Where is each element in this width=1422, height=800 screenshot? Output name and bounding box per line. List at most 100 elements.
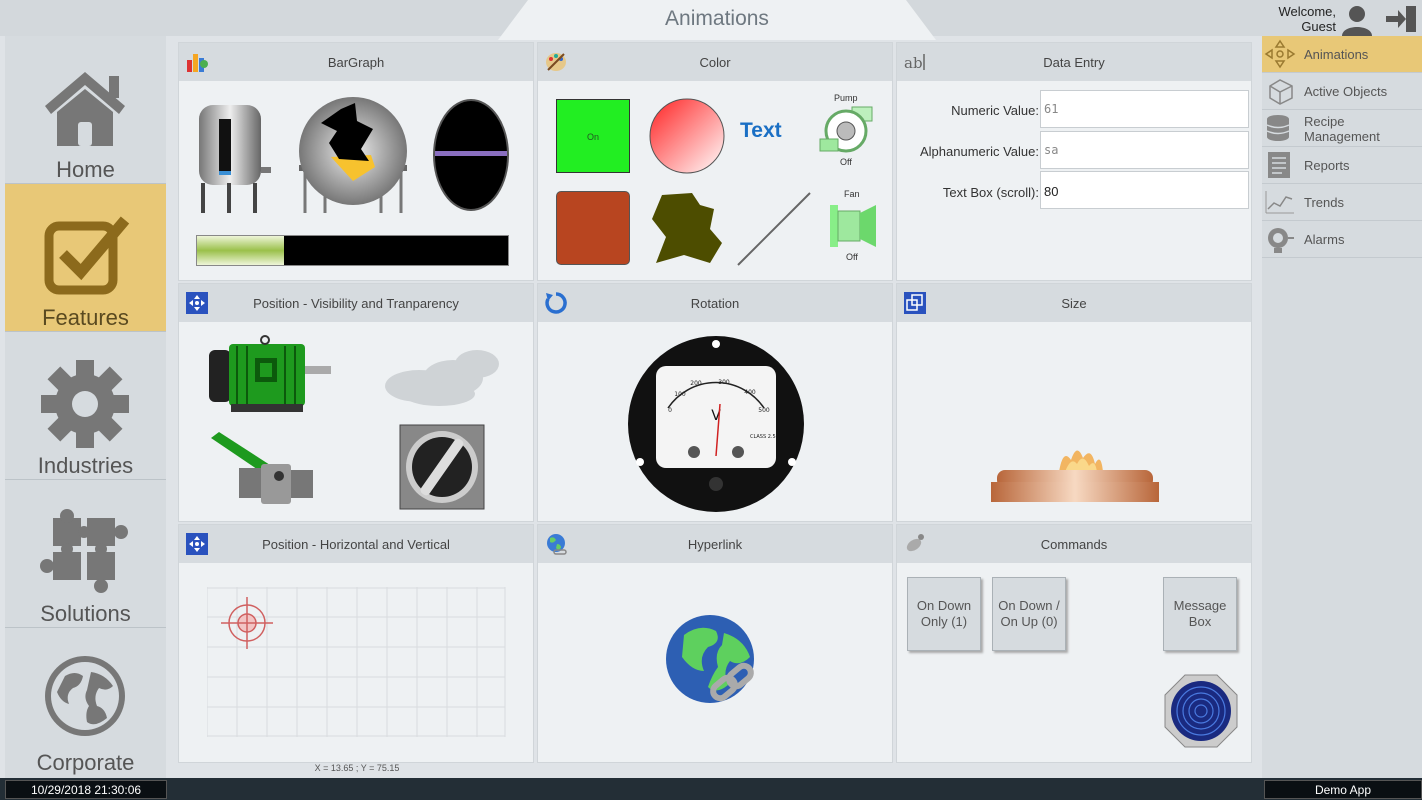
pump-label: Pump xyxy=(834,93,858,103)
target-grid[interactable] xyxy=(207,587,507,739)
rnav-active-objects[interactable]: Active Objects xyxy=(1262,73,1422,110)
tank-graphic xyxy=(199,105,271,213)
scale-100: 100 xyxy=(674,391,686,398)
on-indicator: On xyxy=(556,99,630,173)
panel-hyperlink: Hyperlink xyxy=(537,524,893,763)
panel-title: Size xyxy=(1061,296,1087,311)
push-button-icon[interactable] xyxy=(1163,673,1239,749)
rnav-trends-label: Trends xyxy=(1304,195,1344,210)
selector-switch[interactable] xyxy=(399,424,485,510)
panel-header: Rotation xyxy=(538,284,892,322)
pump-icon xyxy=(819,106,873,153)
panel-title: Commands xyxy=(1040,537,1108,552)
rnav-recipe[interactable]: Recipe Management xyxy=(1262,110,1422,147)
logout-icon[interactable] xyxy=(1384,4,1420,34)
datetime-display: 10/29/2018 21:30:06 xyxy=(5,780,167,799)
panel-header: Hyperlink xyxy=(538,525,892,563)
rnav-trends[interactable]: Trends xyxy=(1262,184,1422,221)
olive-shape xyxy=(652,193,722,263)
nav-industries-label: Industries xyxy=(37,453,134,478)
nav-corporate[interactable]: Corporate xyxy=(5,628,166,776)
fan-state: Off xyxy=(846,252,858,262)
main-grid: BarGraph Color On Text Pump Off Fan Off … xyxy=(178,42,1254,773)
fan-icon xyxy=(830,205,876,247)
panel-size: Size xyxy=(896,283,1252,522)
animations-icon xyxy=(1264,39,1296,69)
rnav-animations[interactable]: Animations xyxy=(1262,36,1422,73)
puzzle-icon xyxy=(40,509,128,593)
panel-header: Position - Visibility and Tranparency xyxy=(179,284,533,322)
smoke-graphic xyxy=(385,350,499,406)
rotation-body: 0 100 200 300 400 500 V CLASS 2.5 xyxy=(538,322,892,522)
globe-icon xyxy=(45,656,125,736)
page-title: Animations xyxy=(665,7,769,30)
data-entry-body: Numeric Value: Alphanumeric Value: Text … xyxy=(897,81,1251,281)
right-nav: Animations Active Objects Recipe Managem… xyxy=(1262,36,1422,778)
numeric-input[interactable] xyxy=(1040,90,1249,128)
nav-industries[interactable]: Industries xyxy=(5,332,166,480)
user-icon[interactable] xyxy=(1340,4,1374,36)
voltmeter-gauge: 0 100 200 300 400 500 V CLASS 2.5 xyxy=(628,336,804,512)
on-down-on-up-button[interactable]: On Down / On Up (0) xyxy=(992,577,1066,651)
burner-graphic xyxy=(991,450,1159,502)
database-icon xyxy=(1266,115,1290,141)
panel-commands: Commands On Down Only (1) On Down / On U… xyxy=(896,524,1252,763)
nav-solutions-label: Solutions xyxy=(40,601,131,626)
on-down-only-button[interactable]: On Down Only (1) xyxy=(907,577,981,651)
panel-color: Color On Text Pump Off Fan Off xyxy=(537,42,893,281)
rnav-alarms[interactable]: Alarms xyxy=(1262,221,1422,258)
panel-title: Color xyxy=(699,55,731,70)
color-body: On Text Pump Off Fan Off xyxy=(538,81,892,281)
bargraph-body xyxy=(179,81,533,281)
rnav-reports-label: Reports xyxy=(1304,158,1350,173)
rnav-reports[interactable]: Reports xyxy=(1262,147,1422,184)
hyperlink-globe[interactable] xyxy=(664,613,764,713)
panel-header: Position - Horizontal and Vertical xyxy=(179,525,533,563)
panel-rotation: Rotation 0 100 200 300 400 500 V CLASS 2… xyxy=(537,283,893,522)
panel-title: Position - Visibility and Tranparency xyxy=(253,296,459,311)
left-nav: Home Features Industries Solutions Corpo… xyxy=(5,36,166,778)
panel-title: Data Entry xyxy=(1043,55,1105,70)
hyperlink-body xyxy=(538,563,892,763)
welcome-text: Welcome, Guest xyxy=(1262,4,1336,34)
scale-500: 500 xyxy=(758,407,770,414)
report-icon xyxy=(1268,152,1290,178)
panel-header: ab Data Entry xyxy=(897,43,1251,81)
nav-corporate-label: Corporate xyxy=(36,750,135,775)
position-hv-body: X = 13.65 ; Y = 75.15 xyxy=(179,563,533,773)
size-body xyxy=(897,322,1251,522)
gradient-circle xyxy=(649,98,725,174)
cube-icon xyxy=(1269,79,1293,105)
textbox-input[interactable]: 80 xyxy=(1040,171,1249,209)
panel-position-hv: Position - Horizontal and Vertical X = 1… xyxy=(178,524,534,773)
panel-title: Rotation xyxy=(690,296,740,311)
oval-gauge xyxy=(433,99,509,211)
trend-icon xyxy=(1265,191,1294,214)
class-label: CLASS 2.5 xyxy=(750,434,776,440)
nav-solutions[interactable]: Solutions xyxy=(5,480,166,628)
nav-home[interactable]: Home xyxy=(5,36,166,184)
user-name: Guest xyxy=(1301,19,1336,34)
commands-body: On Down Only (1) On Down / On Up (0) Mes… xyxy=(897,563,1251,763)
alphanumeric-input[interactable] xyxy=(1040,131,1249,169)
rnav-animations-label: Animations xyxy=(1304,47,1369,62)
alphanumeric-label: Alphanumeric Value: xyxy=(920,144,1039,159)
silo-graphic xyxy=(299,97,407,213)
scale-300: 300 xyxy=(718,379,730,386)
panel-header: BarGraph xyxy=(179,43,533,81)
panel-data-entry: ab Data Entry Numeric Value: Alphanumeri… xyxy=(896,42,1252,281)
message-box-button[interactable]: Message Box xyxy=(1163,577,1237,651)
home-icon xyxy=(45,72,125,146)
app-name: Demo App xyxy=(1264,780,1422,799)
gear-icon xyxy=(41,360,129,448)
coordinate-readout: X = 13.65 ; Y = 75.15 xyxy=(314,763,400,773)
horizontal-bargraph xyxy=(196,235,509,266)
line-shape xyxy=(737,192,811,266)
textbox-label: Text Box (scroll): xyxy=(942,185,1039,200)
nav-features[interactable]: Features xyxy=(5,184,166,332)
panel-title: BarGraph xyxy=(327,55,385,70)
panel-header: Color xyxy=(538,43,892,81)
color-text: Text xyxy=(740,119,782,142)
scale-0: 0 xyxy=(668,407,672,414)
pump-state: Off xyxy=(840,157,852,167)
